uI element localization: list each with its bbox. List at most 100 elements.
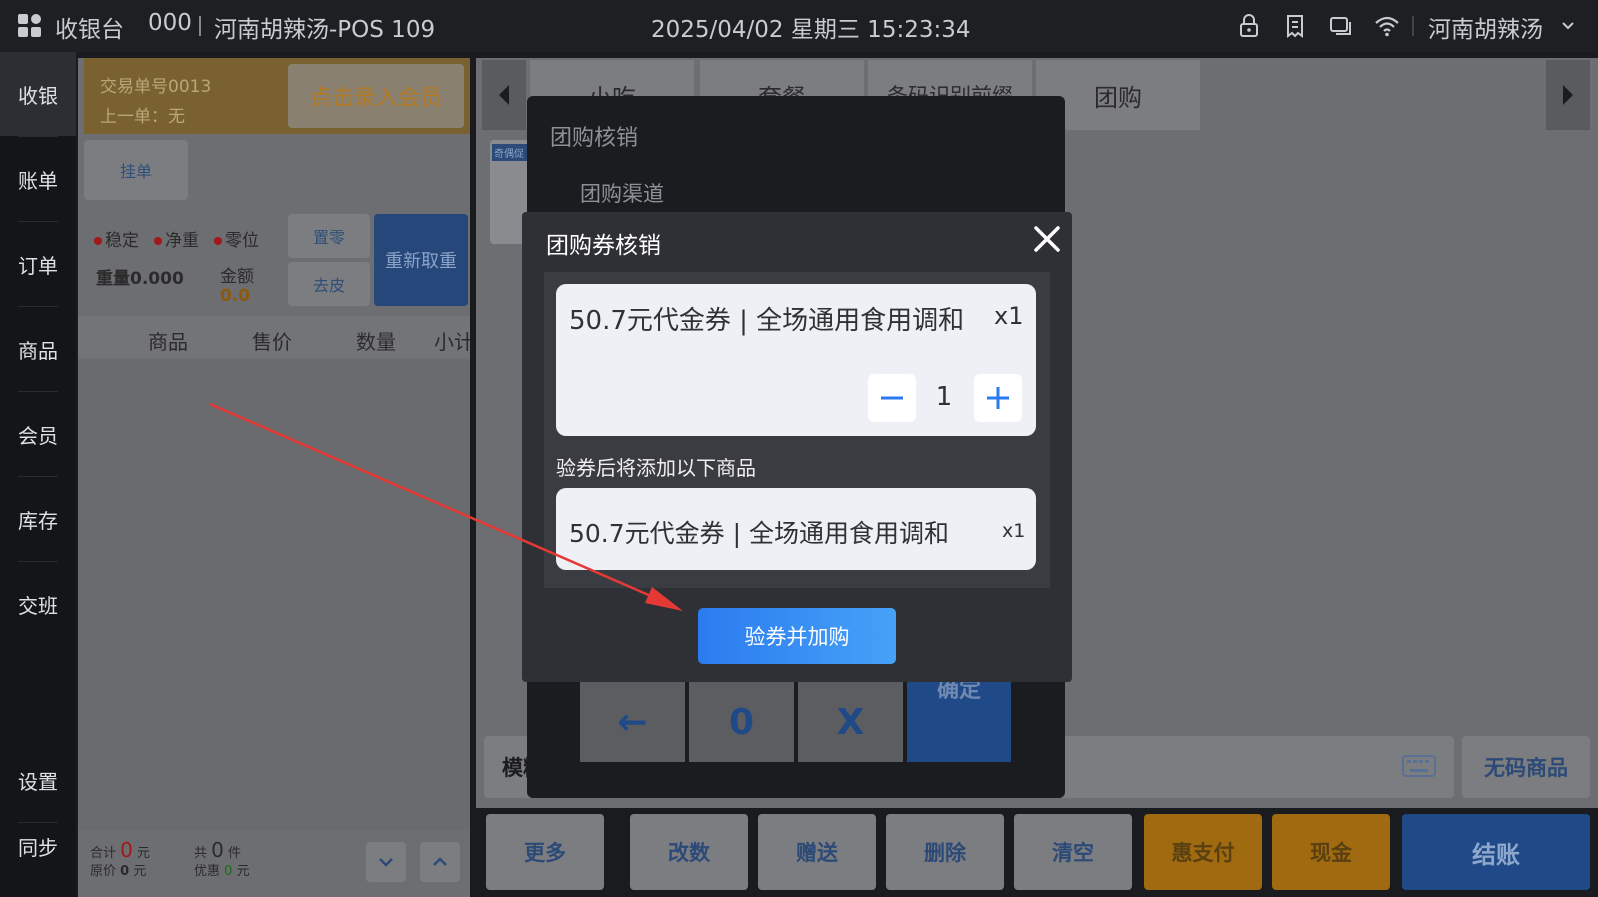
added-items-label: 验券后将添加以下商品 bbox=[556, 456, 756, 480]
app-title: 收银台 bbox=[55, 17, 124, 43]
orig-label: 原价 bbox=[90, 864, 117, 879]
zero-button[interactable]: 置零 bbox=[288, 214, 370, 258]
nav-item-sync[interactable]: 同步 bbox=[0, 804, 76, 888]
key-0[interactable]: 0 bbox=[689, 682, 794, 762]
status-dot-icon bbox=[154, 237, 162, 245]
increase-qty-button[interactable] bbox=[974, 374, 1022, 422]
column-header-qty: 数量 bbox=[356, 330, 396, 354]
hold-order-button[interactable]: 挂单 bbox=[84, 140, 188, 200]
amount-value: 0.0 bbox=[220, 286, 251, 306]
column-header-product: 商品 bbox=[148, 330, 188, 354]
hui-pay-button[interactable]: 惠支付 bbox=[1144, 814, 1262, 890]
count-value: 0 bbox=[211, 838, 224, 862]
chevron-down-icon bbox=[379, 858, 393, 867]
document-icon[interactable] bbox=[1282, 13, 1308, 39]
group-buy-channel-label: 团购渠道 bbox=[580, 182, 664, 206]
left-nav: 收银 账单 订单 商品 会员 库存 交班 设置 同步 bbox=[0, 52, 76, 897]
order-number: 交易单号0013 bbox=[100, 77, 212, 97]
gift-button[interactable]: 赠送 bbox=[758, 814, 876, 890]
status-label: 稳定 bbox=[105, 231, 139, 251]
scale-status-zero: 零位 bbox=[214, 226, 259, 251]
caret-right-icon bbox=[1563, 85, 1573, 105]
discount-summary: 优惠 0 元 bbox=[194, 860, 250, 879]
total-summary: 合计 0 元 bbox=[90, 838, 150, 862]
screen-icon[interactable] bbox=[1328, 13, 1354, 39]
tab-next-button[interactable] bbox=[1546, 60, 1590, 130]
quantity-value: 1 bbox=[935, 382, 953, 412]
nav-item-members[interactable]: 会员 bbox=[0, 392, 76, 476]
discount-value: 0 bbox=[224, 864, 233, 879]
key-confirm[interactable]: 确定 bbox=[907, 682, 1011, 762]
tab-prev-button[interactable] bbox=[482, 60, 526, 130]
close-icon[interactable] bbox=[1030, 222, 1064, 256]
currency-unit: 元 bbox=[133, 864, 147, 879]
tare-button[interactable]: 去皮 bbox=[288, 262, 370, 306]
discount-label: 优惠 bbox=[194, 864, 221, 879]
count-unit: 件 bbox=[228, 846, 242, 861]
nav-item-orders[interactable]: 订单 bbox=[0, 222, 76, 306]
store-pos-label: 河南胡辣汤-POS 109 bbox=[214, 17, 436, 43]
added-item-qty: x1 bbox=[1002, 520, 1026, 542]
chevron-down-icon[interactable] bbox=[1560, 18, 1576, 34]
checkout-button[interactable]: 结账 bbox=[1402, 814, 1590, 890]
added-item-name: 50.7元代金券 | 全场通用食用调和 bbox=[569, 519, 949, 548]
chevron-up-icon bbox=[433, 857, 447, 866]
currency-unit: 元 bbox=[236, 864, 250, 879]
caret-left-icon bbox=[499, 85, 509, 105]
total-label: 合计 bbox=[90, 846, 117, 861]
key-backspace[interactable]: ← bbox=[580, 682, 685, 762]
column-header-subtotal: 小计 bbox=[434, 330, 470, 354]
scroll-down-button[interactable] bbox=[366, 842, 406, 882]
cash-button[interactable]: 现金 bbox=[1272, 814, 1390, 890]
status-dot-icon bbox=[214, 237, 222, 245]
plus-icon bbox=[987, 387, 1009, 409]
verify-and-add-button[interactable]: 验券并加购 bbox=[698, 608, 896, 664]
coupon-dialog-title: 团购券核销 bbox=[546, 233, 661, 259]
count-summary: 共 0 件 bbox=[194, 838, 241, 862]
divider bbox=[199, 16, 201, 36]
terminal-code: 000 bbox=[148, 10, 192, 36]
clear-button[interactable]: 清空 bbox=[1014, 814, 1132, 890]
cart-item-list[interactable] bbox=[78, 360, 470, 830]
currency-unit: 元 bbox=[137, 846, 151, 861]
datetime-display: 2025/04/02 星期三 15:23:34 bbox=[651, 17, 971, 43]
more-button[interactable]: 更多 bbox=[486, 814, 604, 890]
nav-item-products[interactable]: 商品 bbox=[0, 307, 76, 391]
scale-status-stable: 稳定 bbox=[94, 226, 139, 251]
nav-item-shift[interactable]: 交班 bbox=[0, 562, 76, 646]
nav-item-bills[interactable]: 账单 bbox=[0, 137, 76, 221]
reweigh-button[interactable]: 重新取重 bbox=[374, 214, 468, 306]
weight-readout: 重量0.000 bbox=[96, 269, 184, 289]
original-price-summary: 原价 0 元 bbox=[90, 860, 146, 879]
apps-grid-icon[interactable] bbox=[18, 14, 42, 38]
orig-value: 0 bbox=[120, 864, 130, 879]
amount-label: 金额 bbox=[220, 267, 254, 287]
key-clear[interactable]: X bbox=[798, 682, 903, 762]
wifi-icon[interactable] bbox=[1374, 13, 1400, 39]
minus-icon bbox=[881, 396, 903, 400]
nav-item-checkout[interactable]: 收银 bbox=[0, 52, 76, 136]
promo-badge: 奇偶促 bbox=[492, 144, 532, 161]
status-label: 零位 bbox=[225, 231, 259, 251]
lock-icon[interactable] bbox=[1236, 13, 1262, 39]
scroll-up-button[interactable] bbox=[420, 842, 460, 882]
group-buy-dialog-title: 团购核销 bbox=[550, 126, 639, 151]
no-barcode-product-button[interactable]: 无码商品 bbox=[1462, 736, 1590, 798]
change-qty-button[interactable]: 改数 bbox=[630, 814, 748, 890]
status-dot-icon bbox=[94, 237, 102, 245]
nav-item-inventory[interactable]: 库存 bbox=[0, 477, 76, 561]
status-label: 净重 bbox=[165, 231, 199, 251]
store-name-dropdown[interactable]: 河南胡辣汤 bbox=[1428, 10, 1543, 44]
enter-member-button[interactable]: 点击录入会员 bbox=[288, 64, 464, 128]
coupon-qty-label: x1 bbox=[994, 302, 1024, 330]
scale-status-net: 净重 bbox=[154, 226, 199, 251]
column-header-price: 售价 bbox=[252, 330, 292, 354]
decrease-qty-button[interactable] bbox=[868, 374, 916, 422]
count-prefix: 共 bbox=[194, 846, 208, 861]
keyboard-icon[interactable] bbox=[1402, 754, 1436, 778]
delete-button[interactable]: 删除 bbox=[886, 814, 1004, 890]
last-order: 上一单：无 bbox=[100, 107, 185, 127]
coupon-name: 50.7元代金券 | 全场通用食用调和 bbox=[569, 306, 965, 336]
total-value: 0 bbox=[120, 838, 133, 862]
divider bbox=[1412, 16, 1414, 36]
